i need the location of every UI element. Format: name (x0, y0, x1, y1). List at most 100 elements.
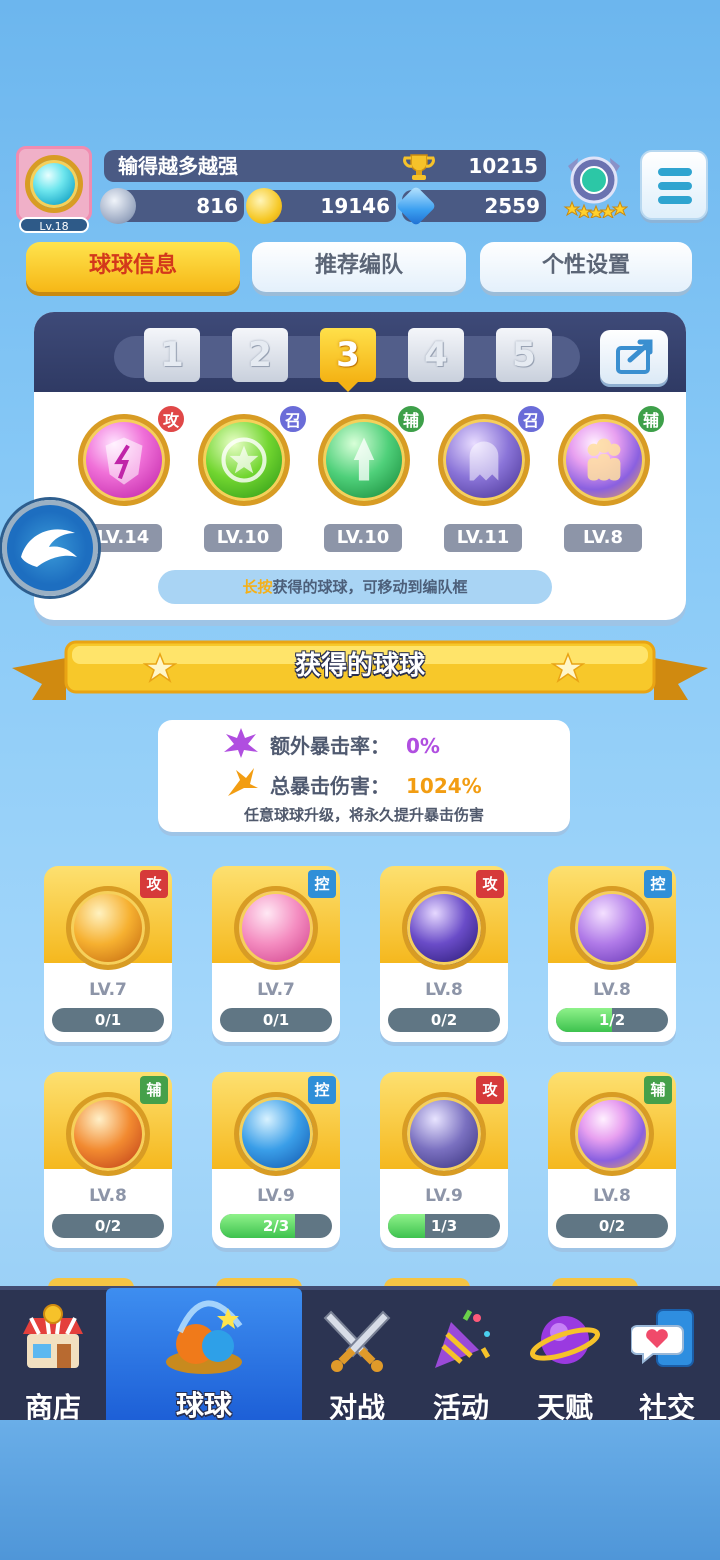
phone-heart-icon (631, 1309, 694, 1367)
gold-coin-plus-icon (246, 188, 282, 224)
player-avatar[interactable]: Lv.18 (16, 146, 92, 233)
diamond-value: 2559 (484, 194, 540, 218)
silver-coin-plus-icon (100, 188, 136, 224)
ball-type-tag: 辅 (644, 1076, 672, 1104)
share-icon (616, 339, 653, 374)
floating-dolphin-button[interactable] (2, 500, 98, 596)
team-slot-5[interactable]: 5 (496, 328, 552, 382)
diamond-bar[interactable]: 2559 (395, 185, 546, 227)
nav-balls-label: 球球 (175, 1389, 232, 1422)
shop-icon (23, 1304, 83, 1368)
player-name: 输得越多越强 (118, 154, 238, 178)
nav-battle[interactable]: 对战 (306, 1294, 408, 1424)
crit-stats-panel: 额外暴击率： 0% 总暴击伤害： 1024% 任意球球升级，将永久提升暴击伤害 (158, 720, 570, 832)
ball-type-tag: 辅 (140, 1076, 168, 1104)
extra-crit-label: 额外暴击率： (270, 734, 390, 758)
progress-text: 0/1 (262, 1011, 290, 1029)
team-ball-4-level: LV.11 (444, 524, 522, 552)
tab-recommended-team[interactable]: 推荐编队 (252, 242, 466, 292)
team-slot-1[interactable]: 1 (144, 328, 200, 382)
avatar-orb-icon (25, 155, 83, 213)
extra-crit-value: 0% (406, 734, 440, 758)
team-ball-4[interactable] (438, 414, 530, 506)
menu-button[interactable] (640, 150, 708, 220)
progress-text: 0/2 (94, 1217, 122, 1235)
trophy-icon (403, 154, 435, 180)
ball-level: LV.9 (257, 1186, 295, 1206)
owned-ball-card[interactable]: 攻 LV.8 0/2 (380, 866, 508, 1042)
ball-type-tag: 控 (644, 870, 672, 898)
balls-icon (166, 1300, 243, 1374)
progress-text: 0/1 (94, 1011, 122, 1029)
silver-coin-bar[interactable]: 816 (100, 188, 244, 224)
upgrade-progress-bar: 2/3 (220, 1214, 332, 1238)
tab-personal-settings[interactable]: 个性设置 (480, 242, 692, 292)
progress-text: 1/3 (430, 1217, 458, 1235)
upgrade-progress-bar: 1/2 (556, 1008, 668, 1032)
owned-ball-card[interactable]: 辅 LV.8 0/2 (44, 1072, 172, 1248)
crowd-figures-icon (587, 438, 621, 481)
upgrade-progress-bar: 0/2 (556, 1214, 668, 1238)
team-ball-3-tag: 辅 (396, 404, 426, 434)
ball-level: LV.7 (257, 980, 295, 1000)
team-ball-3[interactable] (318, 414, 410, 506)
stone-block-icon (402, 1092, 486, 1176)
owned-ball-card[interactable]: 攻 LV.9 1/3 (380, 1072, 508, 1248)
progress-text: 0/2 (430, 1011, 458, 1029)
hint-highlight: 长按 (242, 578, 273, 596)
ball-level: LV.8 (89, 1186, 127, 1206)
team-ball-1[interactable] (78, 414, 170, 506)
share-button[interactable] (600, 330, 668, 384)
ball-type-tag: 攻 (476, 1076, 504, 1104)
hint-text: 获得的球球，可移动到编队框 (272, 578, 468, 596)
nav-talent[interactable]: 天赋 (514, 1294, 616, 1424)
team-slot-2[interactable]: 2 (232, 328, 288, 382)
upgrade-progress-bar: 0/2 (388, 1008, 500, 1032)
owned-ball-card[interactable]: 控 LV.9 2/3 (212, 1072, 340, 1248)
trophy-score: 10215 (468, 154, 538, 178)
ball-type-tag: 攻 (476, 870, 504, 898)
ball-type-tag: 攻 (140, 870, 168, 898)
diamond-plus-icon (395, 185, 437, 227)
heart-icon (234, 886, 318, 970)
team-ball-3-level: LV.10 (324, 524, 402, 552)
owned-ball-card[interactable]: 攻 LV.7 0/1 (44, 866, 172, 1042)
team-panel: 1 2 3 4 5 攻 LV.14 召 LV.10 辅 LV.10 召 LV.1… (34, 312, 686, 620)
upgrade-progress-bar: 0/1 (52, 1008, 164, 1032)
dolphin-wave-icon (21, 529, 77, 567)
butterfly-icon (570, 886, 654, 970)
team-slot-4[interactable]: 4 (408, 328, 464, 382)
owned-ball-card[interactable]: 辅 LV.8 0/2 (548, 1072, 676, 1248)
team-ball-2[interactable] (198, 414, 290, 506)
owned-ball-card[interactable]: 控 LV.8 1/2 (548, 866, 676, 1042)
wings-icon (66, 1092, 150, 1176)
upgrade-progress-bar: 0/1 (220, 1008, 332, 1032)
ball-type-tag: 控 (308, 870, 336, 898)
owned-ball-card[interactable]: 控 LV.7 0/1 (212, 866, 340, 1042)
team-slot-3[interactable]: 3 (320, 328, 376, 392)
progress-text: 1/2 (598, 1011, 626, 1029)
planet-icon (530, 1316, 600, 1364)
ball-level: LV.7 (89, 980, 127, 1000)
ball-level: LV.9 (425, 1186, 463, 1206)
progress-text: 2/3 (262, 1217, 290, 1235)
crit-note: 任意球球升级，将永久提升暴击伤害 (243, 806, 484, 824)
total-crit-value: 1024% (406, 774, 482, 798)
ball-level: LV.8 (425, 980, 463, 1000)
rank-badge-icon[interactable] (560, 152, 628, 218)
nav-balls[interactable]: 球球 (106, 1288, 302, 1424)
nav-social[interactable]: 社交 (616, 1294, 718, 1424)
ball-level: LV.8 (593, 1186, 631, 1206)
nav-shop[interactable]: 商店 (2, 1294, 104, 1424)
nav-events[interactable]: 活动 (410, 1294, 512, 1424)
gold-coin-bar[interactable]: 19146 (246, 188, 396, 224)
ball-level: LV.8 (593, 980, 631, 1000)
team-ball-1-tag: 攻 (156, 404, 186, 434)
team-ball-5[interactable] (558, 414, 650, 506)
total-crit-row: 总暴击伤害： 1024% (270, 770, 482, 799)
cloud-wave-icon (234, 1092, 318, 1176)
bottom-nav: 商店 球球 对战 活动 天赋 社交 (0, 1286, 720, 1424)
extra-crit-row: 额外暴击率： 0% (270, 730, 440, 759)
total-crit-label: 总暴击伤害： (270, 774, 390, 798)
tab-ball-info[interactable]: 球球信息 (26, 242, 240, 292)
